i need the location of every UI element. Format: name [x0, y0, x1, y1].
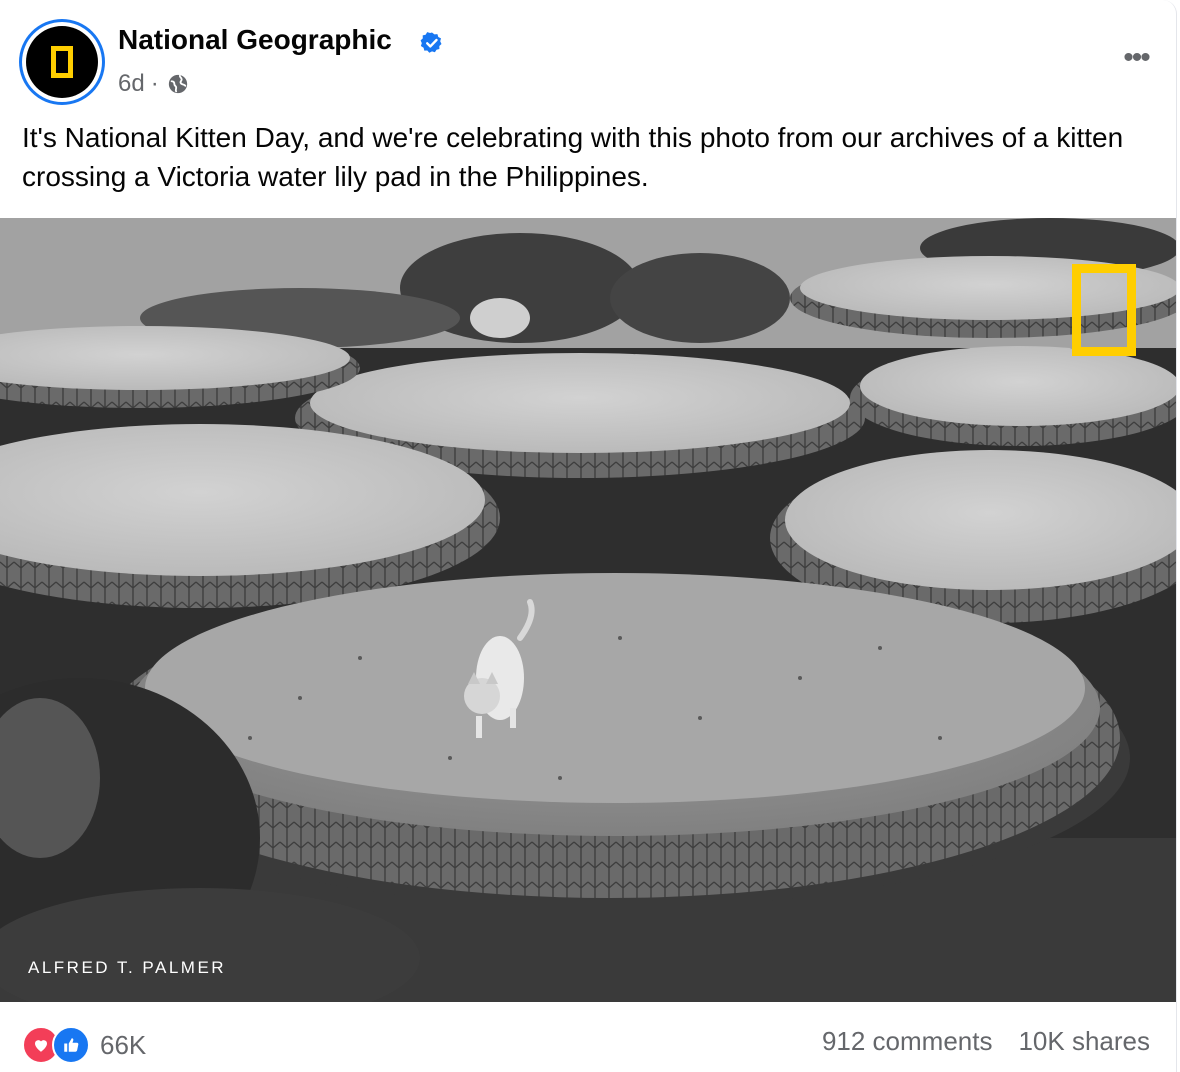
post-card: National Geographic 6d · ••• It's Nation… — [0, 0, 1177, 1072]
photo-credit: ALFRED T. PALMER — [28, 958, 227, 977]
more-options-button[interactable]: ••• — [1116, 40, 1156, 76]
post-meta: 6d · — [118, 70, 189, 98]
post-text: It's National Kitten Day, and we're cele… — [22, 122, 1124, 192]
natgeo-logo-icon — [26, 26, 98, 98]
page-name-link[interactable]: National Geographic — [118, 24, 392, 56]
reactions-summary[interactable]: 66K — [22, 1026, 146, 1064]
natgeo-photo-logo-icon — [1072, 264, 1136, 356]
lily-pad-kitten-photo — [0, 218, 1176, 1002]
post-time-link[interactable]: 6d — [118, 70, 145, 98]
post-photo[interactable] — [0, 218, 1176, 1002]
verified-badge-icon — [420, 32, 442, 53]
reaction-count: 66K — [100, 1029, 147, 1060]
comments-count-link[interactable]: 912 comments — [822, 1026, 993, 1057]
like-icon — [52, 1026, 90, 1064]
page-avatar[interactable] — [22, 22, 102, 102]
meta-separator: · — [150, 70, 159, 97]
more-horizontal-icon: ••• — [1123, 41, 1150, 74]
globe-icon — [168, 74, 187, 94]
shares-count-link[interactable]: 10K shares — [1018, 1026, 1150, 1057]
engagement-stats: 912 comments 10K shares — [822, 1026, 1150, 1057]
